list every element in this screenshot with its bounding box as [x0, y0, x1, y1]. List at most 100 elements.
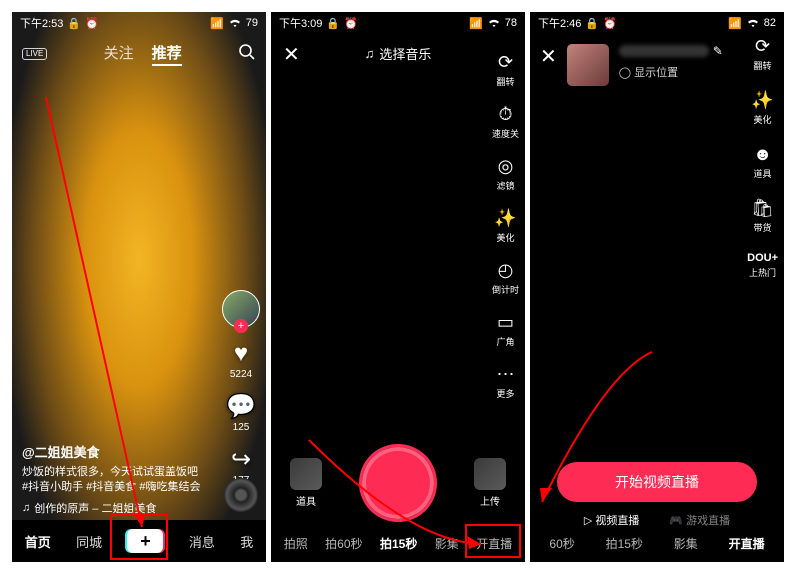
mode-fifteen[interactable]: 拍15秒 — [380, 535, 417, 552]
tool-dou[interactable]: DOU+上热门 — [747, 252, 778, 279]
like-count: 5224 — [230, 369, 252, 380]
bottom-nav: 首页 同城 + 消息 我 — [12, 520, 266, 562]
dou-icon: DOU+ — [747, 252, 778, 264]
top-nav: LIVE 关注 推荐 — [12, 34, 266, 74]
caption-user[interactable]: @二姐姐美食 — [22, 442, 206, 461]
screen-feed: 下午2:53 🔒 ⏰ 📶 79 LIVE 关注 推荐 — [12, 12, 266, 562]
tool-speed[interactable]: ⏱速度关 — [492, 104, 519, 140]
avatar[interactable] — [567, 44, 609, 86]
start-live-button[interactable]: 开始视频直播 — [557, 462, 757, 502]
effects-button[interactable]: 道具 — [290, 458, 322, 508]
tool-beauty[interactable]: ✨美化 — [492, 208, 519, 244]
mode-sixty[interactable]: 拍60秒 — [325, 535, 362, 552]
live-badge[interactable]: LIVE — [22, 48, 47, 60]
live-tools: ⟳翻转 ✨美化 ☻道具 🛍带货 DOU+上热门 — [747, 36, 778, 279]
effects-thumb-icon — [290, 458, 322, 490]
screen-start-live: 下午2:46 🔒 ⏰ 📶 82 ✕ ✎ ◯ — [530, 12, 784, 562]
avatar[interactable] — [222, 290, 260, 328]
music-disc[interactable] — [224, 478, 258, 512]
alarm-icon: ⏰ — [603, 17, 617, 30]
mode-live[interactable]: 开直播 — [729, 535, 765, 552]
music-note-icon: ♫ — [365, 46, 375, 61]
tool-wide[interactable]: ▭广角 — [492, 312, 519, 348]
tool-filter[interactable]: ◎滤镜 — [492, 156, 519, 192]
tool-effects[interactable]: ☻道具 — [747, 144, 778, 180]
start-live-label: 开始视频直播 — [615, 472, 699, 492]
wide-icon: ▭ — [497, 312, 514, 333]
battery-text: 78 — [505, 17, 517, 29]
tool-beauty[interactable]: ✨美化 — [747, 90, 778, 126]
flip-icon: ⟳ — [498, 52, 513, 73]
record-tools: ⟳翻转 ⏱速度关 ◎滤镜 ✨美化 ◴倒计时 ▭广角 ⋯更多 — [492, 52, 519, 400]
status-time: 下午3:09 — [279, 15, 322, 31]
edit-icon: ✎ — [713, 44, 723, 58]
caption-text: 炒饭的样式很多，今天试试蛋盖饭吧 #抖音小助手 #抖音美食 #嗨吃集结会 — [22, 465, 206, 494]
tab-follow[interactable]: 关注 — [104, 42, 134, 66]
location-toggle[interactable]: ◯ 显示位置 — [619, 64, 723, 80]
lock-icon: 🔒 — [326, 17, 340, 30]
status-bar: 下午2:46 🔒 ⏰ 📶 82 — [530, 12, 784, 34]
music-text[interactable]: 创作的原声 – 二姐姐美食 — [34, 500, 156, 516]
record-modes: 60秒 拍15秒 影集 开直播 — [530, 531, 784, 556]
mode-album[interactable]: 影集 — [674, 535, 698, 552]
nav-me[interactable]: 我 — [240, 532, 253, 551]
status-bar: 下午2:53 🔒 ⏰ 📶 79 — [12, 12, 266, 34]
tool-goods[interactable]: 🛍带货 — [747, 198, 778, 234]
signal-icon: 📶 — [210, 17, 224, 30]
wifi-icon — [228, 18, 242, 28]
status-time: 下午2:53 — [20, 15, 63, 31]
speed-icon: ⏱ — [498, 104, 512, 125]
signal-icon: 📶 — [469, 17, 483, 30]
lock-icon: 🔒 — [585, 17, 599, 30]
record-modes: 拍照 拍60秒 拍15秒 影集 开直播 — [271, 529, 525, 562]
status-time: 下午2:46 — [538, 15, 581, 31]
close-icon[interactable]: ✕ — [283, 42, 300, 67]
filter-icon: ◎ — [498, 156, 514, 177]
bag-icon: 🛍 — [751, 198, 774, 219]
mode-photo[interactable]: 拍照 — [284, 535, 308, 552]
mode-album[interactable]: 影集 — [435, 535, 459, 552]
lock-icon: 🔒 — [67, 17, 81, 30]
tool-more[interactable]: ⋯更多 — [492, 364, 519, 400]
tool-flip[interactable]: ⟳翻转 — [747, 36, 778, 72]
battery-text: 79 — [246, 17, 258, 29]
live-setup-header: ✕ ✎ ◯ 显示位置 — [530, 34, 784, 96]
share-icon[interactable]: ↪ — [231, 445, 251, 474]
like-icon[interactable]: ♥ — [234, 340, 248, 368]
nav-home[interactable]: 首页 — [25, 532, 51, 551]
countdown-icon: ◴ — [498, 260, 514, 281]
nav-nearby[interactable]: 同城 — [76, 532, 102, 551]
live-type-game[interactable]: 🎮 游戏直播 — [669, 512, 730, 528]
music-label: 选择音乐 — [379, 44, 431, 63]
more-icon: ⋯ — [496, 364, 514, 385]
tool-countdown[interactable]: ◴倒计时 — [492, 260, 519, 296]
beauty-icon: ✨ — [751, 90, 773, 111]
live-type-video[interactable]: ▷ 视频直播 — [584, 512, 639, 528]
mode-live[interactable]: 开直播 — [476, 535, 512, 552]
beauty-icon: ✨ — [494, 208, 516, 229]
flip-icon: ⟳ — [755, 36, 770, 57]
location-icon: ◯ — [619, 66, 631, 79]
tool-flip[interactable]: ⟳翻转 — [492, 52, 519, 88]
add-button[interactable]: + — [127, 529, 163, 553]
record-button[interactable] — [362, 447, 434, 519]
title-input[interactable]: ✎ — [619, 44, 723, 58]
mode-sixty[interactable]: 60秒 — [549, 535, 574, 552]
battery-text: 82 — [764, 17, 776, 29]
close-icon[interactable]: ✕ — [540, 44, 557, 69]
wifi-icon — [487, 18, 501, 28]
comment-count: 125 — [233, 422, 250, 433]
select-music[interactable]: ♫ 选择音乐 — [365, 44, 432, 63]
upload-button[interactable]: 上传 — [474, 458, 506, 508]
music-note-icon: ♫ — [22, 502, 30, 514]
wifi-icon — [746, 18, 760, 28]
comment-icon[interactable]: 💬 — [226, 392, 256, 421]
search-icon[interactable] — [238, 43, 256, 66]
mode-fifteen[interactable]: 拍15秒 — [606, 535, 643, 552]
tab-recommend[interactable]: 推荐 — [152, 42, 182, 66]
upload-thumb-icon — [474, 458, 506, 490]
nav-inbox[interactable]: 消息 — [189, 532, 215, 551]
caption-area: @二姐姐美食 炒饭的样式很多，今天试试蛋盖饭吧 #抖音小助手 #抖音美食 #嗨吃… — [22, 442, 206, 516]
signal-icon: 📶 — [728, 17, 742, 30]
video-icon: ▷ — [584, 514, 592, 527]
